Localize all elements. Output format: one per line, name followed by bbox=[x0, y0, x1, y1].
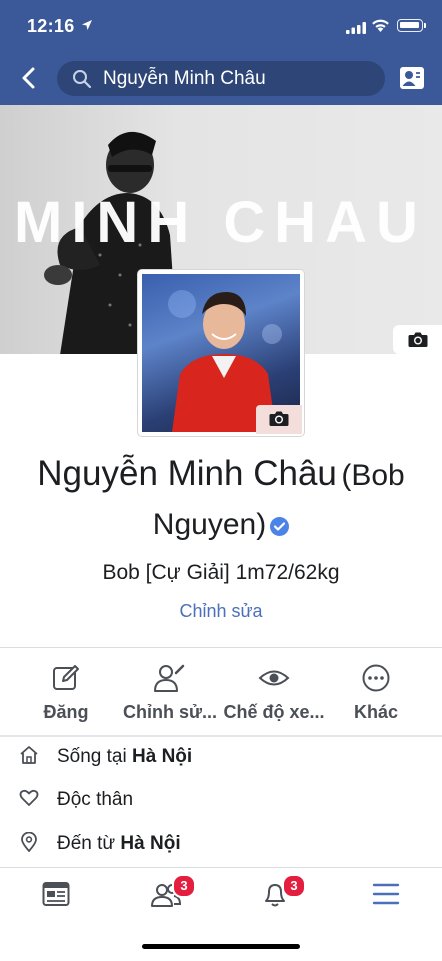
tab-menu[interactable] bbox=[356, 874, 416, 922]
about-relationship[interactable]: Độc thân bbox=[0, 779, 442, 819]
avatar-camera-button[interactable] bbox=[256, 405, 302, 434]
heart-icon bbox=[19, 789, 39, 806]
search-input[interactable]: Nguyễn Minh Châu bbox=[57, 61, 385, 96]
post-button[interactable]: Đăng bbox=[11, 651, 121, 731]
action-label: Chỉnh sử... bbox=[122, 702, 218, 722]
verified-badge-icon bbox=[270, 517, 290, 537]
action-label: Chế độ xe... bbox=[223, 702, 325, 722]
location-pin-icon bbox=[21, 832, 37, 852]
tab-friend-requests[interactable]: 3 bbox=[135, 874, 196, 922]
action-label: Đăng bbox=[43, 702, 89, 722]
action-label: Khác bbox=[353, 702, 398, 722]
about-text: Độc thân bbox=[57, 789, 134, 810]
camera-icon bbox=[269, 411, 289, 426]
edit-profile-icon bbox=[154, 664, 185, 692]
hamburger-menu-icon bbox=[372, 883, 400, 905]
more-icon bbox=[362, 664, 390, 692]
about-text: Đến từ Hà Nội bbox=[57, 833, 181, 854]
profile-alt-name-start: (Bob bbox=[341, 459, 405, 492]
status-time: 12:16 bbox=[27, 16, 75, 36]
about-lives-in[interactable]: Sống tại Hà Nội bbox=[0, 736, 442, 776]
back-button[interactable] bbox=[14, 63, 44, 93]
profile-action-row: Đăng Chỉnh sử... Chế độ xe... Khác bbox=[0, 651, 442, 734]
divider bbox=[0, 647, 442, 648]
profile-switch-button[interactable] bbox=[397, 63, 427, 93]
profile-alt-name-end: Nguyen) bbox=[152, 508, 267, 541]
news-feed-icon bbox=[42, 882, 70, 906]
profile-main-name: Nguyễn Minh Châu bbox=[37, 454, 337, 493]
location-arrow-icon bbox=[82, 20, 92, 30]
camera-icon bbox=[408, 332, 428, 347]
home-indicator bbox=[142, 944, 300, 949]
about-from[interactable]: Đến từ Hà Nội bbox=[0, 823, 442, 863]
profile-bio: Bob [Cự Giải] 1m72/62kg bbox=[102, 561, 340, 584]
notifications-badge: 3 bbox=[282, 874, 306, 898]
tab-notifications[interactable]: 3 bbox=[245, 874, 306, 922]
status-bar: 12:16 bbox=[0, 0, 442, 52]
friend-requests-badge: 3 bbox=[172, 874, 196, 898]
chevron-left-icon bbox=[22, 67, 35, 89]
search-icon bbox=[73, 70, 92, 89]
view-as-button[interactable]: Chế độ xe... bbox=[219, 651, 329, 731]
home-icon bbox=[20, 746, 38, 764]
more-button[interactable]: Khác bbox=[321, 651, 431, 731]
cover-camera-button[interactable] bbox=[393, 325, 442, 354]
cellular-signal-icon bbox=[346, 22, 366, 34]
profile-card-icon bbox=[400, 67, 424, 89]
wifi-icon bbox=[372, 19, 389, 32]
top-navigation-bar: 12:16 Nguyễn Minh Châu bbox=[0, 0, 442, 105]
edit-bio-link[interactable]: Chỉnh sửa bbox=[0, 601, 442, 622]
search-query: Nguyễn Minh Châu bbox=[103, 68, 266, 89]
about-text: Sống tại Hà Nội bbox=[57, 746, 193, 767]
compose-icon bbox=[53, 665, 79, 690]
eye-icon bbox=[258, 670, 290, 686]
cover-text: MINH CHAU bbox=[14, 190, 427, 255]
tab-news-feed[interactable] bbox=[26, 874, 86, 922]
profile-name: Nguyễn Minh Châu (Bob Nguyen) bbox=[0, 452, 442, 552]
edit-profile-button[interactable]: Chỉnh sử... bbox=[115, 651, 225, 731]
battery-icon bbox=[397, 19, 426, 32]
